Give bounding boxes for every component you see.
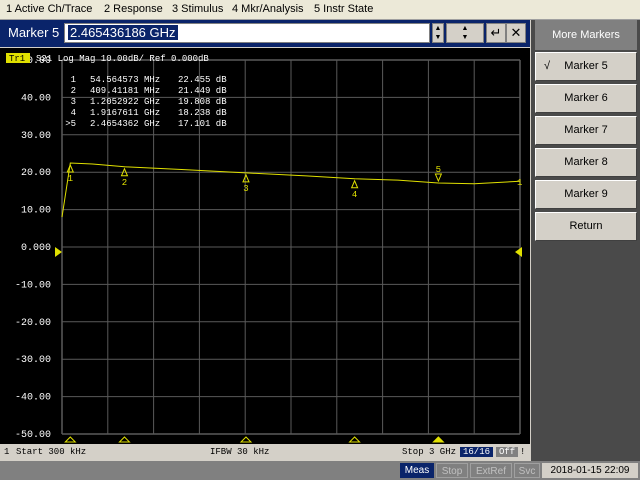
off-badge: Off: [496, 447, 519, 457]
softkey-marker-6[interactable]: Marker 6: [535, 84, 637, 113]
menu-stimulus[interactable]: 3 Stimulus: [172, 3, 223, 15]
marker-table: 1 54.564573 MHz 22.455 dB 2 409.41181 MHz 21.…: [65, 75, 227, 129]
marker-label: 2: [122, 178, 127, 188]
points-badge: 16/16: [460, 447, 494, 457]
menu-active-ch[interactable]: 1 Active Ch/Trace: [6, 3, 92, 15]
y-tick-label: -50.00: [15, 430, 51, 441]
marker-row-num: >5: [65, 119, 76, 129]
enter-icon[interactable]: ↵: [486, 23, 506, 43]
marker-label: 3: [243, 184, 248, 194]
softkey-marker-8[interactable]: Marker 8: [535, 148, 637, 177]
stop-frequency[interactable]: Stop 3 GHz: [402, 447, 456, 457]
step-arrows-icon[interactable]: ▲ ▼: [446, 23, 484, 43]
marker-row-value: 17.101 dB: [178, 119, 227, 129]
marker-row-num: 3: [71, 97, 76, 107]
marker-row-num: 4: [71, 108, 76, 118]
meas-indicator: Meas: [400, 463, 434, 478]
channel-number: 1: [4, 447, 10, 457]
menu-mkr-analysis[interactable]: 4 Mkr/Analysis: [232, 3, 304, 15]
datetime: 2018-01-15 22:09: [542, 463, 638, 478]
instrument-status-bar: Meas Stop ExtRef Svc 2018-01-15 22:09: [0, 461, 640, 480]
extref-indicator: ExtRef: [470, 463, 512, 478]
y-tick-label: -20.00: [15, 318, 51, 329]
chart-bg: [0, 48, 530, 444]
trace-header: S21 Log Mag 10.00dB/ Ref 0.000dB: [36, 54, 209, 64]
y-tick-label: 10.00: [21, 206, 51, 217]
check-icon: √: [544, 60, 551, 72]
marker-row-freq: 2.4654362 GHz: [90, 119, 160, 129]
softkey-marker-9[interactable]: Marker 9: [535, 180, 637, 209]
close-icon[interactable]: ✕: [506, 23, 526, 43]
marker-row-value: 21.449 dB: [178, 86, 227, 96]
warning-indicator: !: [520, 447, 526, 457]
y-tick-label: 20.00: [21, 168, 51, 179]
y-tick-label: 40.00: [21, 93, 51, 104]
marker-label: 1: [68, 174, 73, 184]
start-frequency[interactable]: Start 300 kHz: [16, 447, 86, 457]
marker-row-num: 1: [71, 75, 76, 85]
stop-indicator: Stop: [436, 463, 468, 478]
marker-row-freq: 409.41181 MHz: [90, 86, 160, 96]
y-tick-label: -10.00: [15, 280, 51, 291]
measurement-chart[interactable]: 50.00 40.00 30.00 20.00 10.00 0.000 -10.00 -20.…: [0, 48, 530, 444]
ifbw-value[interactable]: IFBW 30 kHz: [210, 447, 269, 457]
marker-entry-bar: Marker 5 2.465436186 GHz ▲ ▼ ▲ ▼ ↵ ✕: [0, 20, 530, 47]
return-button[interactable]: Return: [535, 212, 637, 241]
softkey-marker-7[interactable]: Marker 7: [535, 116, 637, 145]
svc-indicator: Svc: [514, 463, 540, 478]
entry-label: Marker 5: [8, 25, 60, 40]
menu-response[interactable]: 2 Response: [104, 3, 163, 15]
softkey-label: Marker 5: [564, 60, 608, 72]
marker-frequency-value[interactable]: 2.465436186 GHz: [68, 25, 178, 40]
trace-tag[interactable]: Tr1: [9, 54, 25, 64]
marker-row-num: 2: [71, 86, 76, 96]
more-markers-title: More Markers: [535, 20, 637, 50]
marker-label: 5: [436, 165, 441, 175]
marker-row-value: 22.455 dB: [178, 75, 227, 85]
spin-arrows-icon[interactable]: ▲ ▼: [432, 23, 444, 43]
marker-label: 4: [352, 190, 357, 200]
marker-row-freq: 54.564573 MHz: [90, 75, 160, 85]
menu-instr-state[interactable]: 5 Instr State: [314, 3, 373, 15]
marker-row-freq: 1.2052922 GHz: [90, 97, 160, 107]
softkey-marker-5[interactable]: √ Marker 5: [535, 52, 637, 81]
y-tick-label: 0.000: [21, 243, 51, 254]
y-tick-label: -40.00: [15, 393, 51, 404]
marker-frequency-input[interactable]: 2.465436186 GHz: [64, 23, 430, 43]
channel-status-row: 1 Start 300 kHz IFBW 30 kHz Stop 3 GHz 1…: [0, 444, 530, 460]
softkey-panel: More Markers √ Marker 5 Marker 6 Marker …: [531, 20, 640, 461]
marker-row-value: 18.238 dB: [178, 108, 227, 118]
chart-svg: 50.0040.0030.0020.0010.000.000-10.00-20.…: [0, 48, 530, 444]
y-tick-label: 30.00: [21, 131, 51, 142]
trace-end-label: 1: [517, 178, 522, 188]
marker-row-value: 19.808 dB: [178, 97, 227, 107]
y-tick-label: -30.00: [15, 355, 51, 366]
menu-bar: 1 Active Ch/Trace 2 Response 3 Stimulus …: [0, 0, 640, 20]
marker-row-freq: 1.9167611 GHz: [90, 108, 160, 118]
